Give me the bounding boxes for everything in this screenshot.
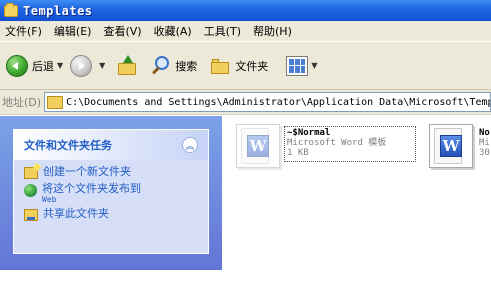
menu-file[interactable]: 文件(F) — [3, 23, 48, 39]
menu-tools[interactable]: 工具(T) — [198, 23, 247, 39]
file-item-label[interactable]: ~$Normal Microsoft Word 模板 1 KB — [287, 128, 386, 158]
file-type: Mi — [479, 138, 490, 148]
task-label: 共享此文件夹 — [43, 207, 109, 220]
back-label: 后退 — [32, 59, 54, 73]
word-document-icon: W — [247, 135, 269, 157]
folder-up-icon — [116, 54, 138, 77]
title-bar[interactable]: Templates — [0, 0, 491, 21]
window-title: Templates — [23, 3, 93, 18]
folders-button[interactable]: 文件夹 — [201, 51, 268, 81]
chevron-down-icon[interactable]: ▼ — [311, 61, 317, 70]
share-folder-icon — [24, 209, 38, 221]
globe-icon — [24, 184, 37, 197]
task-new-folder[interactable]: 创建一个新文件夹 — [24, 166, 198, 179]
address-bar: 地址(D) C:\Documents and Settings\Administ… — [0, 90, 491, 115]
folders-label: 文件夹 — [235, 59, 269, 73]
task-share-folder[interactable]: 共享此文件夹 — [24, 208, 198, 221]
menu-favorites[interactable]: 收藏(A) — [148, 23, 198, 39]
folder-icon — [47, 95, 64, 109]
file-item-label[interactable]: No Mi 30 — [479, 128, 490, 158]
file-type: Microsoft Word 模板 — [287, 138, 387, 148]
file-item-icon[interactable]: W — [429, 124, 473, 168]
task-label-line2: Web — [42, 195, 57, 204]
forward-arrow-icon — [70, 54, 93, 77]
file-size: 30 — [479, 148, 490, 158]
chevron-down-icon[interactable]: ▼ — [99, 61, 105, 70]
task-label-line1: 将这个文件夹发布到 — [42, 182, 141, 195]
search-icon — [150, 55, 172, 77]
folder-icon — [4, 2, 18, 17]
task-publish-web[interactable]: 将这个文件夹发布到 Web — [24, 183, 198, 204]
forward-button[interactable]: ▼ — [70, 51, 108, 81]
task-label: 创建一个新文件夹 — [43, 165, 131, 178]
menu-bar: 文件(F) 编辑(E) 查看(V) 收藏(A) 工具(T) 帮助(H) — [0, 21, 491, 41]
back-button[interactable]: 后退 ▼ — [6, 51, 66, 81]
back-arrow-icon — [6, 54, 28, 77]
menu-view[interactable]: 查看(V) — [97, 23, 147, 39]
menu-help[interactable]: 帮助(H) — [247, 23, 298, 39]
search-label: 搜索 — [175, 59, 198, 73]
file-item-icon[interactable]: W — [236, 124, 280, 168]
views-button[interactable]: ▼ — [272, 51, 320, 81]
chevron-down-icon[interactable]: ▼ — [57, 61, 63, 70]
word-document-icon: W — [440, 135, 462, 157]
collapse-icon[interactable]: ︽ — [182, 137, 198, 153]
task-list: 创建一个新文件夹 将这个文件夹发布到 Web 共享此文件夹 — [14, 160, 208, 231]
file-size: 1 KB — [287, 148, 309, 158]
task-panel-header[interactable]: 文件和文件夹任务 ︽ — [14, 130, 208, 160]
file-name: No — [479, 128, 490, 138]
file-folder-tasks-panel: 文件和文件夹任务 ︽ 创建一个新文件夹 将这个文件夹发布到 Web 共享此文件夹 — [13, 129, 209, 254]
up-folder-button[interactable] — [112, 51, 146, 81]
task-pane: 文件和文件夹任务 ︽ 创建一个新文件夹 将这个文件夹发布到 Web 共享此文件夹 — [0, 116, 222, 270]
address-input[interactable]: C:\Documents and Settings\Administrator\… — [44, 92, 491, 112]
file-name: ~$Normal — [287, 128, 331, 138]
new-folder-icon — [24, 167, 38, 179]
address-path: C:\Documents and Settings\Administrator\… — [66, 96, 491, 108]
search-button[interactable]: 搜索 — [150, 51, 197, 81]
task-panel-title: 文件和文件夹任务 — [24, 139, 112, 152]
toolbar: 后退 ▼ ▼ 搜索 文件夹 ▼ — [0, 41, 491, 90]
address-label: 地址(D) — [2, 96, 42, 109]
folders-icon — [211, 57, 231, 75]
task-label: 将这个文件夹发布到 Web — [42, 182, 141, 205]
menu-edit[interactable]: 编辑(E) — [48, 23, 98, 39]
views-icon — [286, 55, 309, 76]
